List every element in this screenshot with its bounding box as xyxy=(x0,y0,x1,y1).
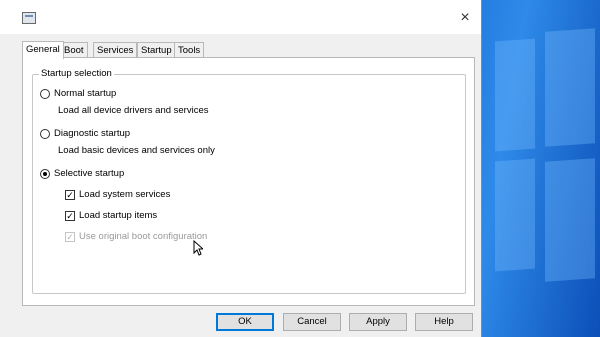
load-startup-items-option[interactable]: ✓ Load startup items xyxy=(65,210,157,221)
tab-tools[interactable]: Tools xyxy=(174,42,205,58)
selective-startup-option[interactable]: Selective startup xyxy=(40,168,124,179)
selective-startup-radio[interactable] xyxy=(40,168,50,179)
load-system-services-checkbox[interactable]: ✓ xyxy=(65,189,75,200)
diagnostic-startup-option[interactable]: Diagnostic startup xyxy=(40,128,130,139)
general-tab-panel: Startup selection Normal startup Load al… xyxy=(22,57,475,306)
load-startup-items-checkbox[interactable]: ✓ xyxy=(65,210,75,221)
load-system-services-label: Load system services xyxy=(79,189,171,200)
tab-boot[interactable]: Boot xyxy=(60,42,88,58)
selective-startup-label: Selective startup xyxy=(54,168,125,179)
use-original-boot-option: ✓ Use original boot configuration xyxy=(65,231,207,242)
tab-general[interactable]: General xyxy=(22,41,64,59)
system-configuration-dialog: × General Boot Services Startup Tools St… xyxy=(0,0,482,337)
mouse-cursor-icon xyxy=(193,240,203,256)
diagnostic-startup-radio[interactable] xyxy=(40,128,50,139)
normal-startup-label: Normal startup xyxy=(54,88,117,99)
cancel-button[interactable]: Cancel xyxy=(283,313,341,331)
wallpaper-pane xyxy=(495,158,535,272)
load-system-services-option[interactable]: ✓ Load system services xyxy=(65,189,170,200)
title-bar: × xyxy=(0,0,481,34)
tab-services[interactable]: Services xyxy=(93,42,138,58)
load-startup-items-label: Load startup items xyxy=(79,210,158,221)
diagnostic-startup-description: Load basic devices and services only xyxy=(58,145,215,156)
close-button[interactable]: × xyxy=(452,8,478,30)
wallpaper-pane xyxy=(495,38,535,152)
tab-startup[interactable]: Startup xyxy=(137,42,176,58)
help-button[interactable]: Help xyxy=(415,313,473,331)
close-icon: × xyxy=(460,9,470,26)
normal-startup-description: Load all device drivers and services xyxy=(58,105,209,116)
ok-button[interactable]: OK xyxy=(216,313,274,331)
diagnostic-startup-label: Diagnostic startup xyxy=(54,128,131,139)
normal-startup-radio[interactable] xyxy=(40,88,50,99)
use-original-boot-label: Use original boot configuration xyxy=(79,231,208,242)
wallpaper-pane xyxy=(545,28,595,147)
msconfig-icon xyxy=(22,12,36,24)
use-original-boot-checkbox: ✓ xyxy=(65,231,75,242)
dialog-button-bar: OK Cancel Apply Help xyxy=(0,304,481,337)
normal-startup-option[interactable]: Normal startup xyxy=(40,88,116,99)
wallpaper-pane xyxy=(545,158,595,282)
startup-selection-legend: Startup selection xyxy=(39,68,114,79)
apply-button[interactable]: Apply xyxy=(349,313,407,331)
startup-selection-group: Startup selection Normal startup Load al… xyxy=(32,68,466,294)
